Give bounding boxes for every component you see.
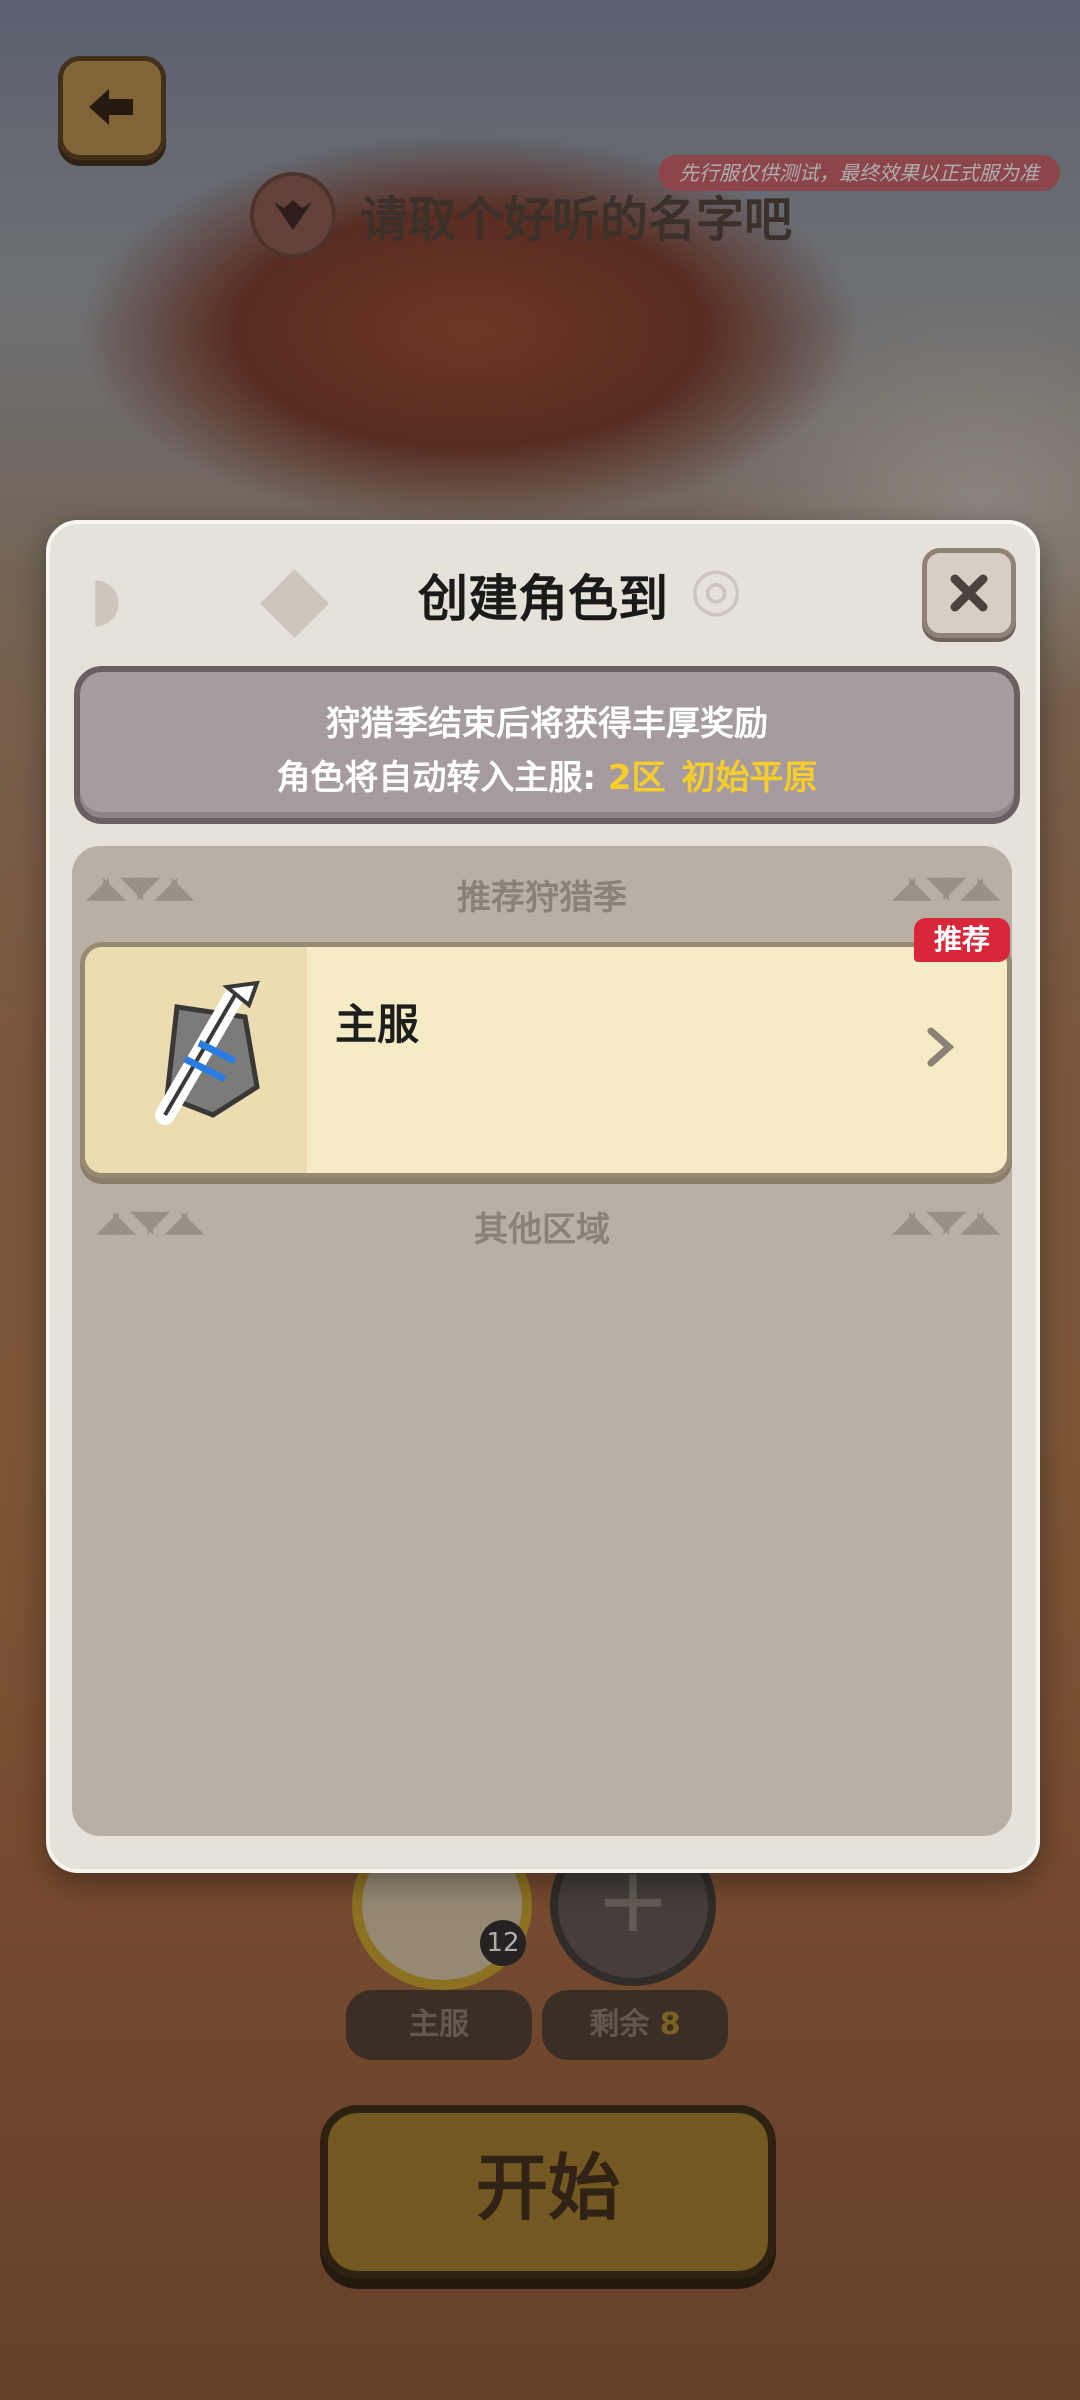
other-section-header: 其他区域: [474, 1210, 610, 1250]
close-button[interactable]: [922, 548, 1016, 638]
transfer-prefix: 角色将自动转入主服:: [276, 758, 608, 798]
server-card-main[interactable]: 主服: [80, 942, 1012, 1178]
reward-info-text: 狩猎季结束后将获得丰厚奖励: [326, 704, 768, 744]
chevron-right-icon: [927, 1027, 955, 1067]
create-character-dialog: ◗ ◆ ◎ 创建角色到 狩猎季结束后将获得丰厚奖励 角色将自动转入主服: 2区初…: [46, 520, 1040, 1873]
recommended-section-header: 推荐狩猎季: [457, 878, 627, 918]
server-list[interactable]: ◢◣◥◤◢◣ ◢◣◥◤◢◣ 推荐狩猎季 主服 ◢◣◥◤◢◣ ◢◣◥◤◢◣ 其他区…: [72, 846, 1012, 1836]
transfer-zone: 2区: [607, 758, 666, 798]
sword-shield-icon: [155, 980, 261, 1125]
transfer-info-text: 角色将自动转入主服: 2区 初始平原: [80, 750, 1014, 799]
recommended-badge: 推荐: [914, 918, 1010, 962]
server-icon-area: [85, 947, 307, 1173]
dialog-title: 创建角色到: [418, 570, 668, 628]
transfer-place: 初始平原: [681, 758, 818, 798]
reward-info-panel: 狩猎季结束后将获得丰厚奖励 角色将自动转入主服: 2区 初始平原: [74, 666, 1020, 824]
server-name: 主服: [335, 1000, 420, 1049]
close-icon: [950, 574, 988, 612]
